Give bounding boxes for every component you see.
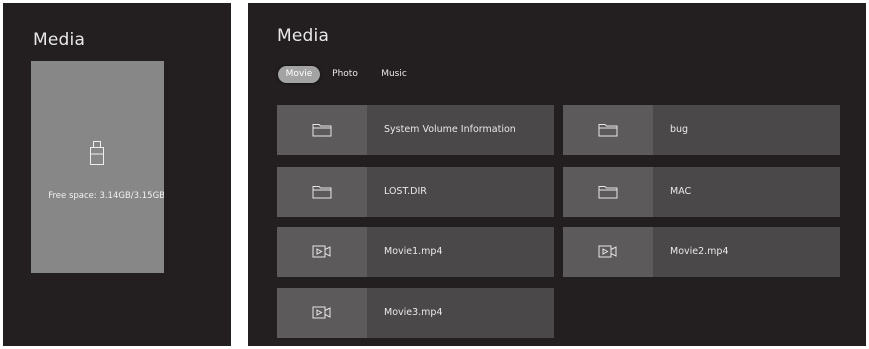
panel-title: Media <box>33 30 86 50</box>
media-storage-panel: Media Free space: 3.14GB/3.15GB <box>3 3 231 346</box>
file-name: Movie1.mp4 <box>384 246 443 257</box>
file-item-movie1[interactable]: Movie1.mp4 <box>277 227 554 277</box>
tab-music[interactable]: Music <box>374 66 414 83</box>
file-name: MAC <box>670 186 692 197</box>
tab-photo[interactable]: Photo <box>325 66 365 83</box>
storage-free-space-text: Free space: 3.14GB/3.15GB <box>48 191 164 201</box>
file-name: Movie2.mp4 <box>670 246 729 257</box>
file-name: bug <box>670 124 689 135</box>
usb-drive-icon <box>90 141 104 165</box>
usb-storage-card[interactable]: Free space: 3.14GB/3.15GB <box>31 61 164 273</box>
folder-icon <box>312 124 332 137</box>
file-item-lost-dir[interactable]: LOST.DIR <box>277 167 554 217</box>
tab-movie[interactable]: Movie <box>278 66 320 83</box>
folder-icon <box>598 186 618 199</box>
file-item-movie2[interactable]: Movie2.mp4 <box>563 227 840 277</box>
media-browser-panel: Media Movie Photo Music System Volume In… <box>248 3 866 346</box>
file-item-system-volume-information[interactable]: System Volume Information <box>277 105 554 155</box>
folder-icon <box>312 186 332 199</box>
video-file-icon <box>312 306 331 319</box>
folder-icon <box>598 124 618 137</box>
video-file-icon <box>312 245 331 258</box>
file-item-bug[interactable]: bug <box>563 105 840 155</box>
file-name: System Volume Information <box>384 124 516 135</box>
file-item-movie3[interactable]: Movie3.mp4 <box>277 288 554 338</box>
file-name: Movie3.mp4 <box>384 307 443 318</box>
file-item-mac[interactable]: MAC <box>563 167 840 217</box>
file-name: LOST.DIR <box>384 186 427 197</box>
panel-title: Media <box>277 26 330 46</box>
video-file-icon <box>598 245 617 258</box>
